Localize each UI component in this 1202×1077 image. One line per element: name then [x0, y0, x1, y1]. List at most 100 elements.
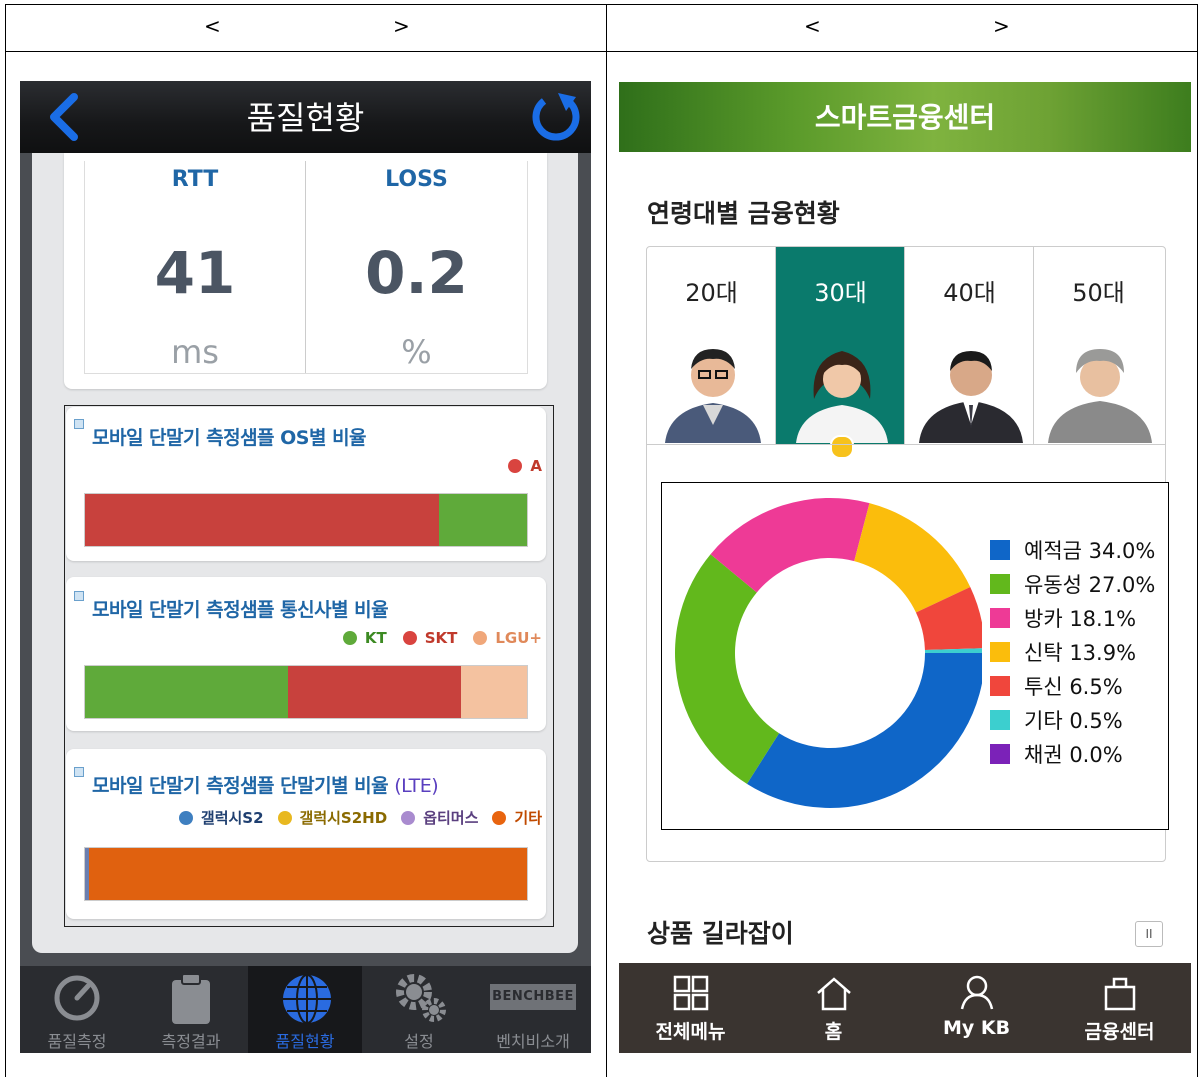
selected-indicator-dot — [830, 435, 854, 459]
tab-label: 벤치비소개 — [496, 1032, 570, 1051]
donut-slice — [675, 554, 780, 784]
device-ratio-title: 모바일 단말기 측정샘플 단말기별 비율 (LTE) — [92, 771, 439, 798]
carrier-ratio-title: 모바일 단말기 측정샘플 통신사별 비율 — [92, 599, 389, 621]
legend-swatch — [990, 642, 1010, 662]
right-header-close: > — [993, 14, 1010, 38]
age-tab-20s[interactable]: 20대 — [647, 247, 776, 444]
top-bar: 스마트금융센터 — [619, 82, 1191, 152]
os-ratio-title: 모바일 단말기 측정샘플 OS별 비율 — [92, 427, 367, 449]
carrier-legend: KT SKT LGU+ — [335, 629, 542, 647]
legend-item: 유동성 27.0% — [990, 569, 1155, 599]
tab-label: 품질현황 — [275, 1032, 335, 1051]
bar-segment — [85, 666, 289, 718]
age-tab-50s[interactable]: 50대 — [1034, 247, 1163, 444]
legend-swatch — [990, 676, 1010, 696]
bullet-square-icon — [74, 591, 84, 601]
tab-home[interactable]: 홈 — [762, 963, 905, 1053]
legend-dot-icon — [277, 810, 292, 825]
home-icon — [817, 977, 851, 1011]
legend-label: 갤럭시S2HD — [299, 809, 388, 827]
left-header-open: < — [204, 14, 221, 38]
quality-status-app: 품질현황 RTT LOSS 41 0.2 ms % 모바일 단말기 측정샘플 O… — [20, 81, 591, 1053]
tab-label: 설정 — [404, 1032, 434, 1051]
rtt-label: RTT — [171, 167, 219, 192]
age-finance-heading: 연령대별 금융현황 — [647, 199, 840, 228]
age-tab-30s[interactable]: 30대 — [776, 247, 905, 459]
grid-menu-icon — [673, 975, 709, 1011]
loss-unit: % — [401, 333, 432, 371]
os-ratio-bar — [84, 493, 528, 547]
tab-label: My KB — [942, 1017, 1011, 1039]
age-tab-label: 30대 — [814, 279, 867, 307]
legend-item: 방카 18.1% — [990, 603, 1136, 633]
avatar-40s — [919, 351, 1023, 443]
age-tab-label: 40대 — [943, 279, 996, 307]
device-ratio-bar — [84, 847, 528, 901]
tab-my-kb[interactable]: My KB — [905, 963, 1048, 1053]
legend-label: SKT — [424, 629, 458, 647]
tab-label: 금융센터 — [1084, 1021, 1155, 1043]
tab-label: 홈 — [824, 1021, 843, 1043]
legend-label: KT — [364, 629, 387, 647]
tab-quality-status[interactable]: 품질현황 — [248, 966, 362, 1053]
age-tab-label: 20대 — [685, 279, 738, 307]
legend-dot-icon — [473, 631, 488, 645]
legend-dot-icon — [402, 631, 417, 645]
clipboard-icon — [172, 973, 210, 1024]
device-ratio-title-suffix: (LTE) — [394, 775, 439, 797]
tab-finance-center[interactable]: 금융센터 — [1048, 963, 1191, 1053]
legend-label: 신탁 13.9% — [1024, 641, 1137, 665]
header-divider — [5, 51, 1198, 52]
device-legend: 갤럭시S2 갤럭시S2HD 옵티머스 기타 — [171, 807, 542, 828]
legend-item: 투신 6.5% — [990, 671, 1123, 701]
os-ratio-card: 모바일 단말기 측정샘플 OS별 비율 A — [66, 407, 546, 561]
refresh-icon[interactable] — [528, 89, 584, 145]
legend-label: 기타 — [514, 809, 542, 827]
stats-grid: RTT LOSS 41 0.2 ms % — [84, 161, 528, 374]
content-area: RTT LOSS 41 0.2 ms % 모바일 단말기 측정샘플 OS별 비율… — [32, 153, 578, 953]
tab-about-benchbee[interactable]: BENCHBEE 벤치비소개 — [476, 966, 590, 1053]
gauge-icon — [54, 975, 100, 1021]
rtt-unit: ms — [171, 333, 219, 371]
donut-svg — [675, 498, 982, 808]
legend-label: 갤럭시S2 — [200, 809, 264, 827]
benchbee-logo-icon: BENCHBEE — [490, 984, 576, 1010]
legend-swatch — [990, 744, 1010, 764]
bar-segment — [438, 494, 527, 546]
legend-dot-icon — [508, 459, 523, 473]
legend-label: 옵티머스 — [423, 809, 479, 827]
finance-donut-chart: 예적금 34.0% 유동성 27.0% 방카 18.1% 신탁 13.9% 투신 6.5… — [661, 482, 1169, 830]
stats-card: RTT LOSS 41 0.2 ms % — [64, 153, 547, 389]
smart-finance-app: 스마트금융센터 연령대별 금융현황 20대 30대 40대 50대 예적금 34… — [619, 82, 1191, 1053]
legend-item: 신탁 13.9% — [990, 637, 1136, 667]
legend-label: 방카 18.1% — [1024, 607, 1137, 631]
age-tab-40s[interactable]: 40대 — [905, 247, 1034, 444]
left-header-close: > — [393, 14, 410, 38]
legend-swatch — [990, 574, 1010, 594]
legend-label: A — [530, 457, 542, 475]
avatar-20s — [665, 349, 761, 443]
tab-quality-measure[interactable]: 품질측정 — [20, 966, 134, 1053]
column-divider — [606, 4, 607, 1077]
tab-settings[interactable]: 설정 — [362, 966, 476, 1053]
loss-value: 0.2 — [365, 239, 468, 307]
tab-label: 전체메뉴 — [655, 1021, 726, 1043]
legend-dot-icon — [401, 810, 416, 825]
legend-dot-icon — [342, 631, 357, 645]
tab-measure-results[interactable]: 측정결과 — [134, 966, 248, 1053]
bar-segment — [288, 666, 461, 718]
person-icon — [960, 975, 994, 1010]
carrier-ratio-card: 모바일 단말기 측정샘플 통신사별 비율 KT SKT LGU+ — [66, 577, 546, 731]
top-bar: 품질현황 — [20, 81, 591, 153]
tab-label: 품질측정 — [47, 1032, 107, 1051]
bottom-tab-bar: 품질측정 측정결과 품질현황 설정 BENCHBEE 벤치비소개 — [20, 966, 591, 1053]
bar-segment — [85, 494, 439, 546]
avatar-30s — [796, 351, 888, 443]
pause-button[interactable]: II — [1135, 921, 1163, 947]
tab-all-menu[interactable]: 전체메뉴 — [619, 963, 762, 1053]
gear-icon — [396, 974, 446, 1022]
globe-icon — [283, 974, 331, 1024]
legend-label: 기타 0.5% — [1024, 709, 1123, 733]
legend-swatch — [990, 710, 1010, 730]
age-tab-label: 50대 — [1072, 279, 1125, 307]
